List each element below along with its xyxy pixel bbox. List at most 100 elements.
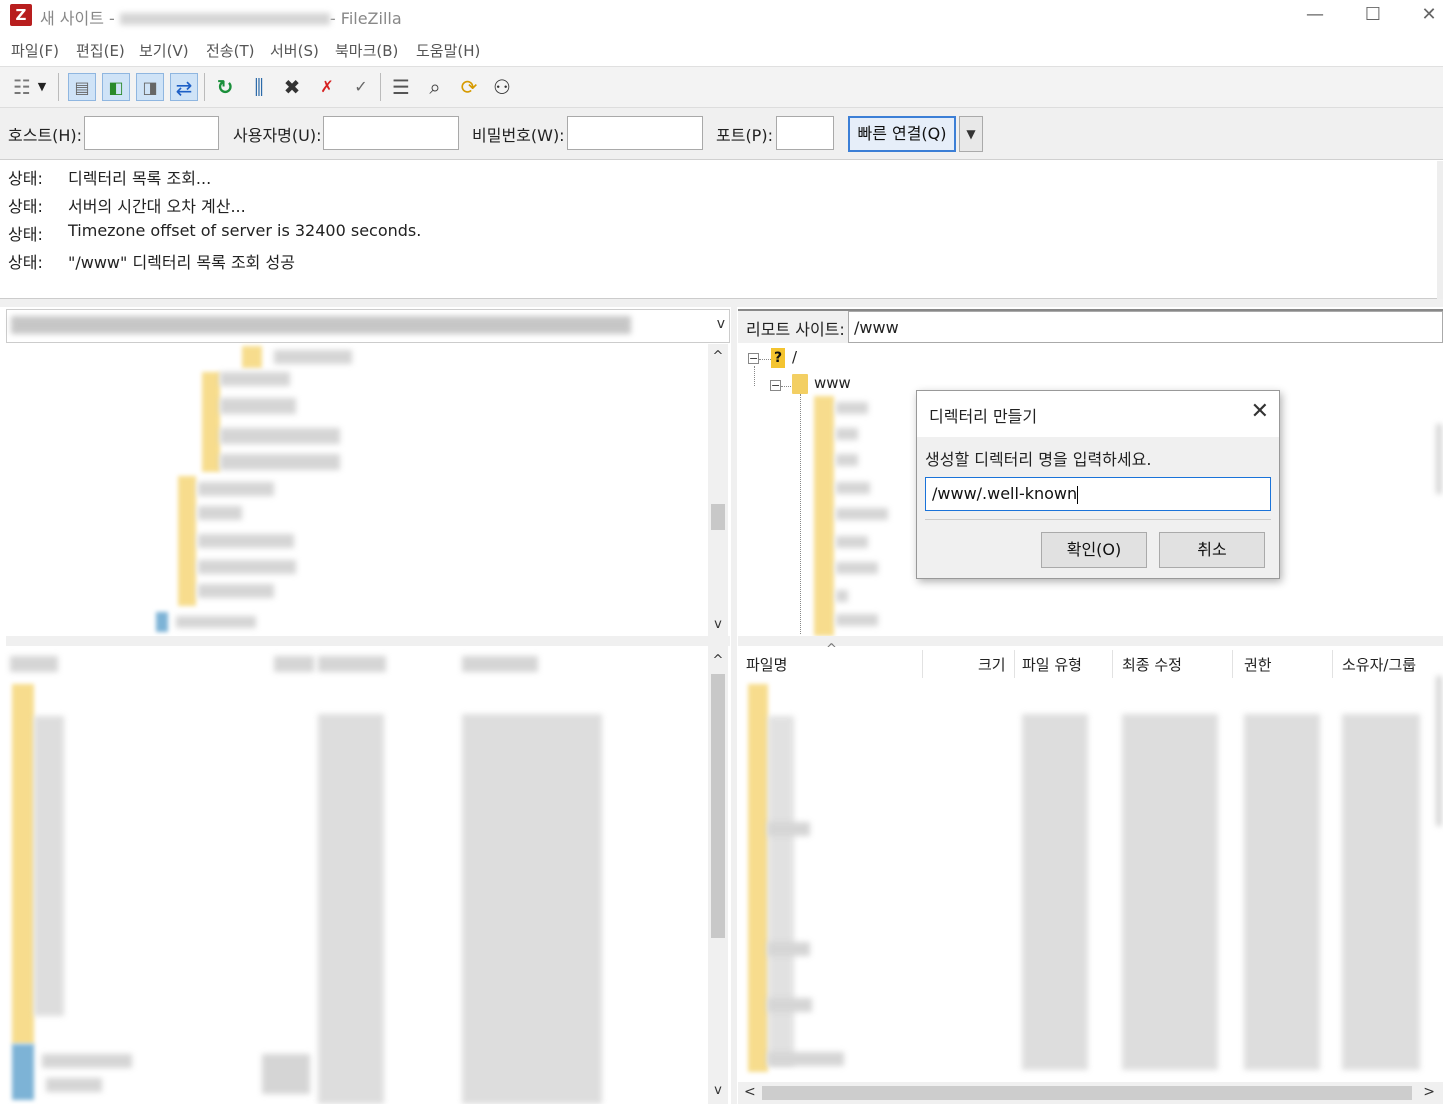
toolbar: ☷ ▼ ▤ ◧ ◨ ⇄ ↻ ⫼ ✖ ✗ ✓ ☰ ⌕ ⟳ ⚇	[0, 66, 1443, 108]
log-label: 상태:	[8, 197, 43, 216]
collapse-icon[interactable]: −	[770, 380, 781, 391]
remote-tree-scroll[interactable]	[1436, 424, 1442, 494]
tree-root-label[interactable]: /	[792, 348, 797, 366]
quickconnect-button[interactable]: 빠른 연결(Q)	[848, 116, 956, 152]
log-scrollbar[interactable]	[1437, 161, 1443, 299]
directory-name-value: /www/.well-known	[932, 484, 1078, 503]
remote-list-hscrollbar[interactable]: < >	[738, 1082, 1443, 1104]
scroll-thumb[interactable]	[711, 674, 725, 938]
local-path-combo[interactable]: v	[6, 309, 730, 343]
log-text: 서버의 시간대 오차 계산...	[68, 197, 246, 216]
sort-ascending-icon: ^	[826, 642, 837, 657]
remote-path-input[interactable]: /www	[848, 311, 1443, 343]
remote-site-label: 리모트 사이트:	[746, 320, 845, 339]
refresh-icon[interactable]: ↻	[211, 73, 239, 101]
toolbar-separator	[58, 73, 59, 101]
find-icon[interactable]: ⚇	[488, 73, 516, 101]
port-label: 포트(P):	[716, 126, 773, 145]
username-input[interactable]	[323, 116, 459, 150]
local-list-scrollbar[interactable]: ^ v	[708, 646, 728, 1104]
local-file-list[interactable]: ^ v	[6, 646, 730, 1104]
log-text: Timezone offset of server is 32400 secon…	[68, 221, 422, 240]
host-input[interactable]	[84, 116, 219, 150]
splitter[interactable]	[0, 299, 1443, 307]
column-permissions[interactable]: 권한	[1244, 654, 1272, 675]
log-label: 상태:	[8, 225, 43, 244]
log-label: 상태:	[8, 169, 43, 188]
dialog-message: 생성할 디렉터리 명을 입력하세요.	[925, 450, 1152, 469]
menu-transfer[interactable]: 전송(T)	[206, 40, 254, 61]
cancel-icon[interactable]: ✖	[278, 73, 306, 101]
password-input[interactable]	[567, 116, 703, 150]
unknown-root-icon: ?	[771, 348, 785, 368]
close-button[interactable]: ✕	[1406, 2, 1443, 30]
path-dropdown-icon[interactable]: v	[717, 316, 725, 332]
scroll-down-icon[interactable]: v	[708, 1082, 728, 1100]
menu-view[interactable]: 보기(V)	[139, 40, 189, 61]
scroll-up-icon[interactable]: ^	[708, 348, 728, 366]
splitter[interactable]	[738, 636, 1443, 646]
scroll-left-icon[interactable]: <	[744, 1084, 756, 1100]
column-size[interactable]: 크기	[978, 654, 1006, 675]
menu-bookmarks[interactable]: 북마크(B)	[335, 40, 398, 61]
toggle-log-icon[interactable]: ▤	[68, 73, 96, 101]
site-manager-dropdown-icon[interactable]: ▼	[34, 73, 50, 101]
title-bar: Z 새 사이트 - - FileZilla — ☐ ✕	[0, 0, 1443, 32]
log-label: 상태:	[8, 253, 43, 272]
dialog-title: 디렉터리 만들기	[929, 407, 1038, 426]
folder-icon	[792, 374, 808, 394]
collapse-icon[interactable]: −	[748, 353, 759, 364]
scroll-thumb[interactable]	[762, 1086, 1412, 1100]
menu-file[interactable]: 파일(F)	[11, 40, 59, 61]
compare-icon[interactable]: ⟳	[455, 73, 483, 101]
toggle-local-tree-icon[interactable]: ◧	[102, 73, 130, 101]
maximize-button[interactable]: ☐	[1350, 2, 1396, 30]
toggle-remote-tree-icon[interactable]: ◨	[136, 73, 164, 101]
quickconnect-dropdown-icon[interactable]: ▼	[959, 116, 983, 152]
scroll-down-icon[interactable]: v	[708, 616, 728, 634]
column-separator	[1014, 650, 1015, 678]
scroll-up-icon[interactable]: ^	[708, 652, 728, 670]
column-owner-group[interactable]: 소유자/그룹	[1342, 654, 1416, 675]
remote-list-scroll[interactable]	[1436, 676, 1442, 826]
reconnect-icon[interactable]: ✓	[347, 73, 375, 101]
minimize-button[interactable]: —	[1292, 2, 1338, 30]
tree-line	[759, 359, 771, 360]
menu-help[interactable]: 도움말(H)	[416, 40, 480, 61]
splitter[interactable]	[6, 636, 730, 646]
column-filename[interactable]: 파일명	[746, 654, 787, 675]
remote-file-list[interactable]: ^ 파일명 크기 파일 유형 최종 수정 권한 소유자/그룹 < >	[738, 642, 1443, 1104]
vertical-splitter[interactable]	[731, 307, 737, 1104]
process-queue-icon[interactable]: ⫼	[245, 73, 273, 101]
port-input[interactable]	[776, 116, 834, 150]
column-separator	[1332, 650, 1333, 678]
menu-bar: 파일(F) 편집(E) 보기(V) 전송(T) 서버(S) 북마크(B) 도움말…	[0, 36, 1443, 66]
toggle-queue-icon[interactable]: ⇄	[170, 73, 198, 101]
message-log: 상태: 디렉터리 목록 조회... 상태: 서버의 시간대 오차 계산... 상태:…	[0, 161, 1443, 299]
host-label: 호스트(H):	[8, 126, 83, 145]
tree-line	[754, 366, 755, 386]
username-label: 사용자명(U):	[233, 126, 322, 145]
search-icon[interactable]: ⌕	[421, 73, 449, 101]
local-tree-scrollbar[interactable]: ^ v	[708, 344, 728, 636]
filezilla-icon: Z	[10, 4, 32, 26]
site-manager-icon[interactable]: ☷	[8, 73, 36, 101]
menu-server[interactable]: 서버(S)	[270, 40, 319, 61]
disconnect-icon[interactable]: ✗	[313, 73, 341, 101]
filter-icon[interactable]: ☰	[387, 73, 415, 101]
directory-name-input[interactable]: /www/.well-known	[925, 477, 1271, 511]
column-filetype[interactable]: 파일 유형	[1022, 654, 1082, 675]
tree-www-label[interactable]: www	[814, 374, 851, 392]
column-separator	[922, 650, 923, 678]
menu-edit[interactable]: 편집(E)	[76, 40, 125, 61]
toolbar-separator	[380, 73, 381, 101]
quickconnect-bar: 호스트(H): 사용자명(U): 비밀번호(W): 포트(P): 빠른 연결(Q…	[0, 108, 1443, 160]
cancel-button[interactable]: 취소	[1159, 532, 1265, 568]
column-modified[interactable]: 최종 수정	[1122, 654, 1182, 675]
password-label: 비밀번호(W):	[472, 126, 565, 145]
close-icon[interactable]: ✕	[1251, 399, 1269, 424]
scroll-thumb[interactable]	[711, 504, 725, 530]
ok-button[interactable]: 확인(O)	[1041, 532, 1147, 568]
local-tree[interactable]: ^ v	[6, 344, 730, 636]
scroll-right-icon[interactable]: >	[1423, 1084, 1435, 1100]
